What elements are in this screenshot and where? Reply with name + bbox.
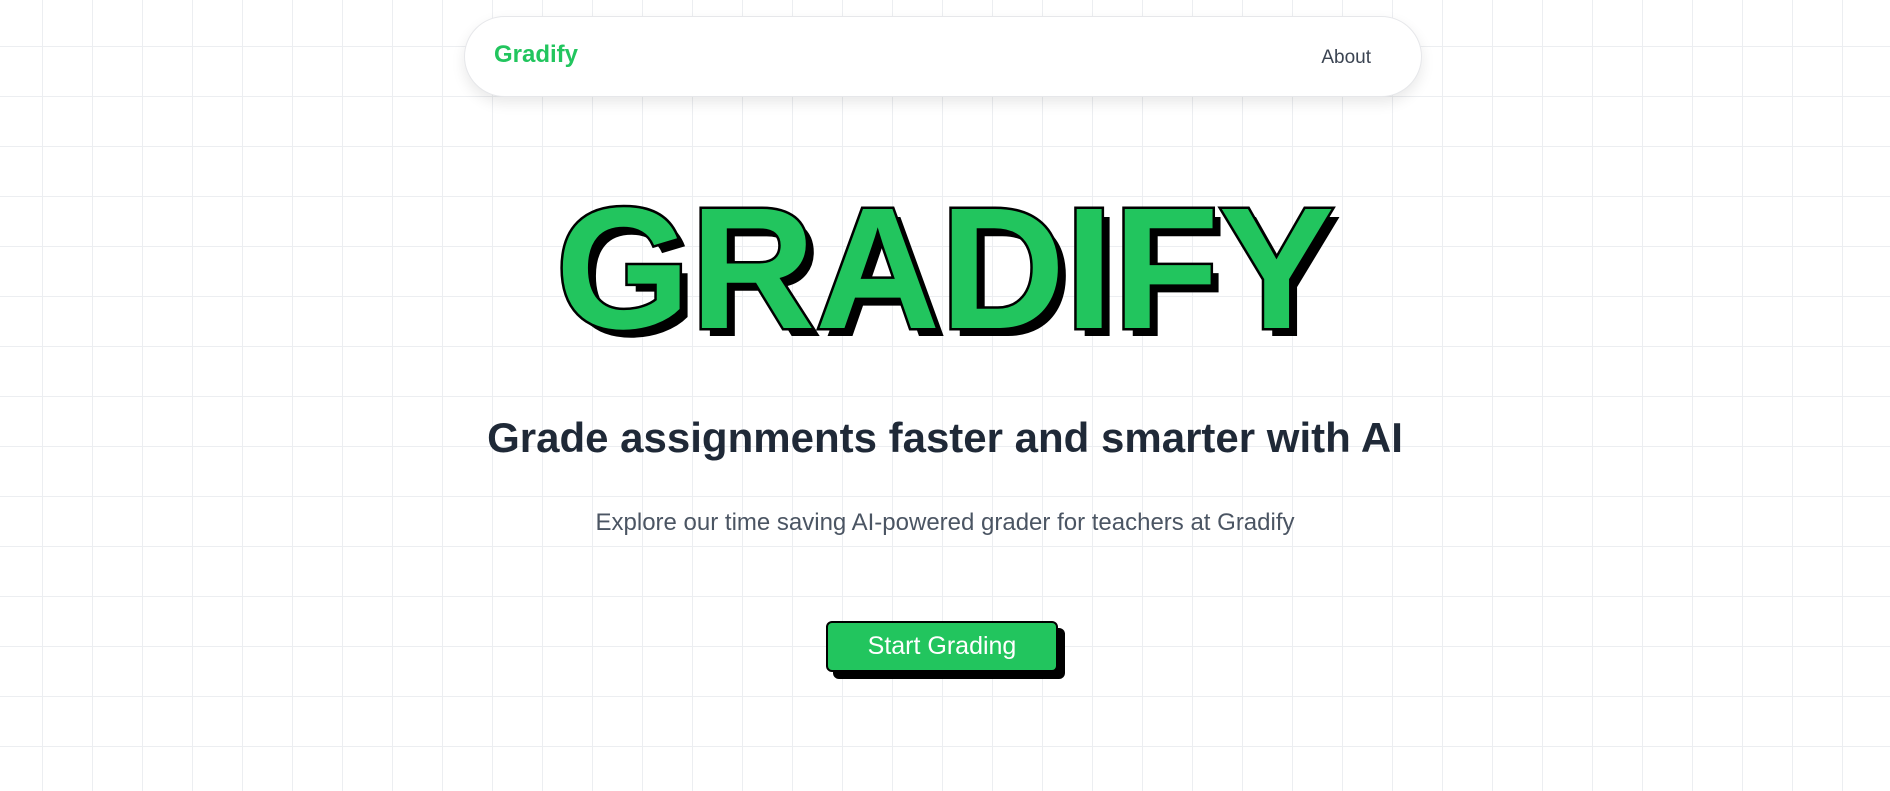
hero-description: Explore our time saving AI-powered grade… — [595, 509, 1295, 536]
page: { "nav": { "brand": "Gradify", "links": … — [0, 0, 1890, 791]
start-grading-button[interactable]: Start Grading — [826, 621, 1058, 672]
hero-title: GRADIFY — [553, 171, 1337, 365]
nav-link-about[interactable]: About — [1321, 48, 1371, 67]
top-navbar: Gradify About — [464, 16, 1422, 97]
hero-subtitle: Grade assignments faster and smarter wit… — [487, 414, 1403, 461]
brand-logo-link[interactable]: Gradify — [494, 43, 578, 67]
cta-container: Start Grading — [826, 621, 1065, 679]
